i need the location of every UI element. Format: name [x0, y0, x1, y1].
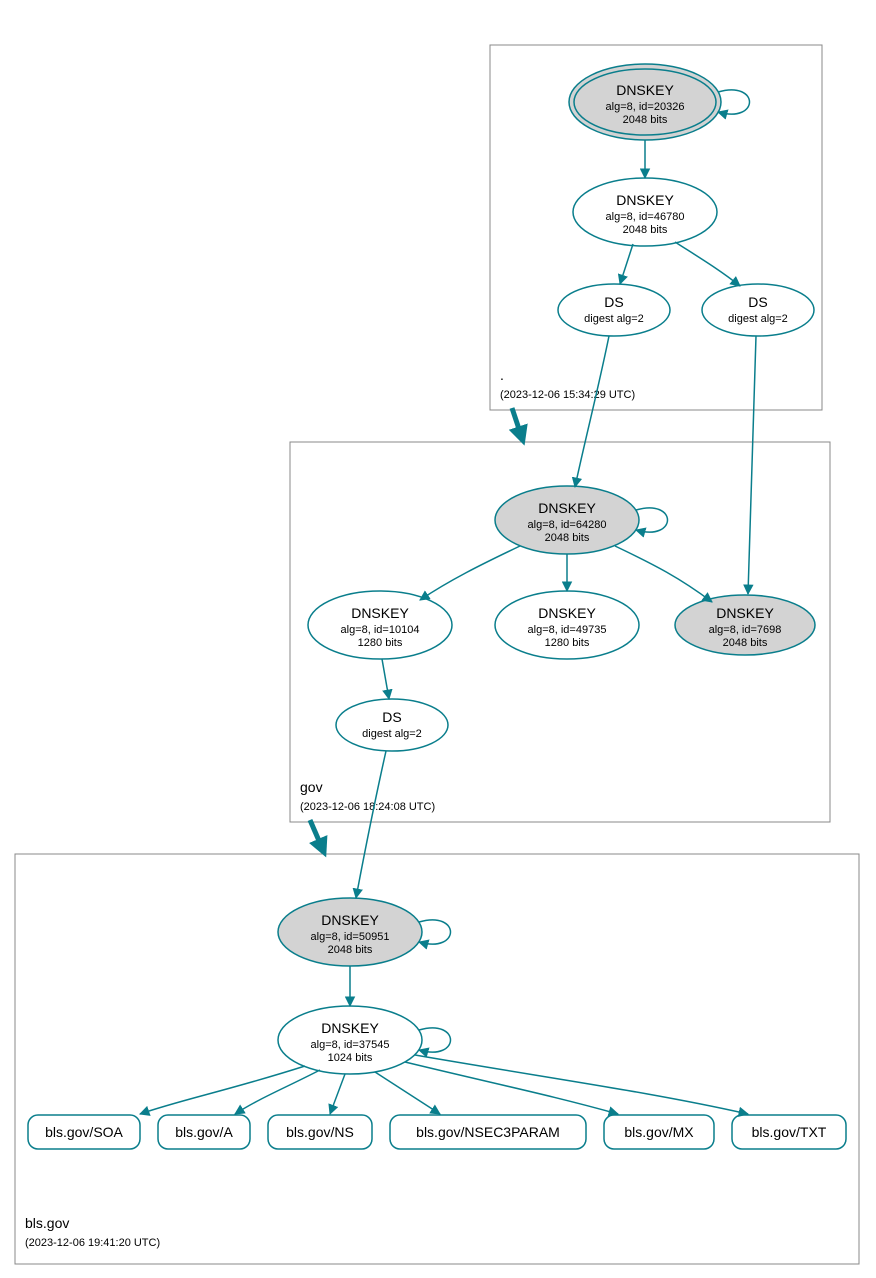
zone-bls-timestamp: (2023-12-06 19:41:20 UTC) [25, 1237, 160, 1249]
edge-root-ds1-to-gov-ksk [575, 336, 609, 487]
edge-gov-ksk-to-zsk1 [420, 546, 520, 600]
svg-text:bls.gov/TXT: bls.gov/TXT [752, 1124, 827, 1140]
edge-gov-ds-to-bls-ksk [356, 751, 386, 898]
svg-text:DS: DS [382, 709, 401, 725]
node-gov-zsk1: DNSKEY alg=8, id=10104 1280 bits [308, 591, 452, 659]
svg-text:alg=8, id=49735: alg=8, id=49735 [528, 624, 607, 636]
node-bls-ns: bls.gov/NS [268, 1115, 372, 1149]
svg-text:2048 bits: 2048 bits [623, 114, 668, 126]
svg-text:2048 bits: 2048 bits [545, 532, 590, 544]
svg-text:bls.gov/A: bls.gov/A [175, 1124, 233, 1140]
zone-root-timestamp: (2023-12-06 15:34:29 UTC) [500, 389, 635, 401]
svg-text:digest alg=2: digest alg=2 [584, 313, 644, 325]
svg-text:bls.gov/SOA: bls.gov/SOA [45, 1124, 123, 1140]
svg-text:bls.gov/NSEC3PARAM: bls.gov/NSEC3PARAM [416, 1124, 560, 1140]
edge-root-ksk-self [718, 90, 750, 114]
edge-bls-zsk-to-a [235, 1070, 320, 1114]
edge-gov-ksk-self [636, 508, 668, 532]
svg-text:bls.gov/MX: bls.gov/MX [624, 1124, 694, 1140]
edge-gov-zsk1-to-ds [382, 659, 389, 699]
node-bls-nsec3param: bls.gov/NSEC3PARAM [390, 1115, 586, 1149]
edge-bls-zsk-self [419, 1028, 451, 1052]
zone-gov: gov (2023-12-06 18:24:08 UTC) DNSKEY alg… [290, 442, 830, 822]
node-root-zsk: DNSKEY alg=8, id=46780 2048 bits [573, 178, 717, 246]
node-gov-ksk: DNSKEY alg=8, id=64280 2048 bits [495, 486, 639, 554]
svg-text:DNSKEY: DNSKEY [321, 912, 379, 928]
svg-text:alg=8, id=64280: alg=8, id=64280 [528, 519, 607, 531]
node-gov-ksk2: DNSKEY alg=8, id=7698 2048 bits [675, 595, 815, 655]
edge-bls-zsk-to-mx [405, 1062, 618, 1114]
node-bls-soa: bls.gov/SOA [28, 1115, 140, 1149]
zone-bls-label: bls.gov [25, 1215, 69, 1231]
edge-bls-zsk-to-txt [415, 1055, 748, 1114]
svg-text:DNSKEY: DNSKEY [616, 192, 674, 208]
zone-gov-label: gov [300, 779, 323, 795]
svg-text:DS: DS [604, 294, 623, 310]
svg-text:alg=8, id=50951: alg=8, id=50951 [311, 931, 390, 943]
node-bls-mx: bls.gov/MX [604, 1115, 714, 1149]
svg-text:2048 bits: 2048 bits [328, 944, 373, 956]
svg-text:2048 bits: 2048 bits [723, 637, 768, 649]
edge-gov-to-bls-zone [310, 820, 323, 850]
edge-bls-zsk-to-nsec3param [375, 1072, 440, 1114]
node-root-ds1: DS digest alg=2 [558, 284, 670, 336]
zone-gov-timestamp: (2023-12-06 18:24:08 UTC) [300, 801, 435, 813]
edge-root-ds2-to-gov-ksk2 [748, 336, 756, 594]
svg-text:alg=8, id=37545: alg=8, id=37545 [311, 1039, 390, 1051]
node-root-ds2: DS digest alg=2 [702, 284, 814, 336]
svg-text:DNSKEY: DNSKEY [538, 605, 596, 621]
edge-bls-zsk-to-ns [330, 1074, 345, 1114]
svg-text:1024 bits: 1024 bits [328, 1052, 373, 1064]
edge-gov-ksk-to-ksk2 [615, 546, 712, 602]
svg-text:DNSKEY: DNSKEY [351, 605, 409, 621]
node-root-ksk: DNSKEY alg=8, id=20326 2048 bits [569, 64, 721, 140]
svg-text:digest alg=2: digest alg=2 [728, 313, 788, 325]
edge-root-zsk-to-ds2 [675, 242, 740, 286]
zone-root: . (2023-12-06 15:34:29 UTC) DNSKEY alg=8… [490, 45, 822, 410]
svg-text:alg=8, id=46780: alg=8, id=46780 [606, 211, 685, 223]
svg-text:digest alg=2: digest alg=2 [362, 728, 422, 740]
node-bls-ksk: DNSKEY alg=8, id=50951 2048 bits [278, 898, 422, 966]
zone-bls: bls.gov (2023-12-06 19:41:20 UTC) DNSKEY… [15, 854, 859, 1264]
edge-bls-ksk-self [419, 920, 451, 944]
svg-text:DNSKEY: DNSKEY [321, 1020, 379, 1036]
node-gov-ds: DS digest alg=2 [336, 699, 448, 751]
zone-root-label: . [500, 367, 504, 383]
edge-root-to-gov-zone [512, 408, 522, 438]
svg-text:DNSKEY: DNSKEY [716, 605, 774, 621]
svg-text:alg=8, id=20326: alg=8, id=20326 [606, 101, 685, 113]
node-bls-txt: bls.gov/TXT [732, 1115, 846, 1149]
svg-text:DNSKEY: DNSKEY [616, 82, 674, 98]
node-bls-zsk: DNSKEY alg=8, id=37545 1024 bits [278, 1006, 422, 1074]
svg-text:alg=8, id=7698: alg=8, id=7698 [709, 624, 782, 636]
svg-text:1280 bits: 1280 bits [545, 637, 590, 649]
node-bls-a: bls.gov/A [158, 1115, 250, 1149]
svg-text:alg=8, id=10104: alg=8, id=10104 [341, 624, 420, 636]
node-gov-zsk2: DNSKEY alg=8, id=49735 1280 bits [495, 591, 639, 659]
svg-text:bls.gov/NS: bls.gov/NS [286, 1124, 354, 1140]
svg-text:2048 bits: 2048 bits [623, 224, 668, 236]
svg-text:1280 bits: 1280 bits [358, 637, 403, 649]
svg-text:DS: DS [748, 294, 767, 310]
edge-root-zsk-to-ds1 [620, 244, 633, 284]
svg-text:DNSKEY: DNSKEY [538, 500, 596, 516]
